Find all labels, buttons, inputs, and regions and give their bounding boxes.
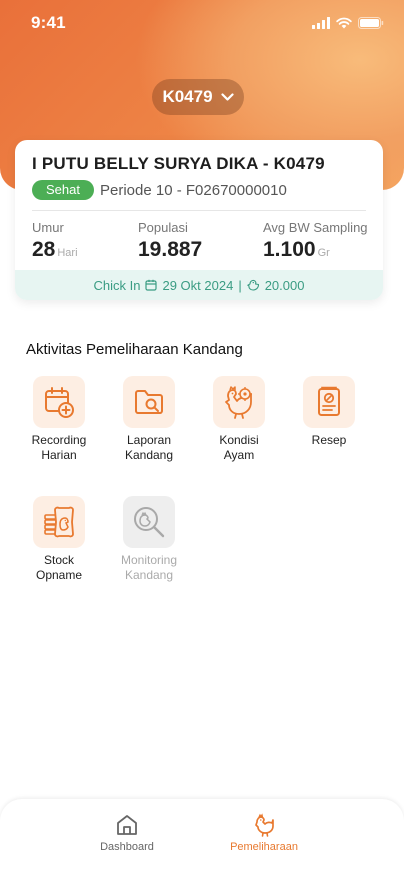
menu-kondisi-ayam[interactable]: Kondisi Ayam xyxy=(197,376,281,463)
chicken-icon xyxy=(255,813,274,837)
chick-in-row: Chick In 29 Okt 2024 | 20.000 xyxy=(15,270,383,300)
stat-unit: Hari xyxy=(57,247,78,259)
farm-selector-dropdown[interactable]: K0479 xyxy=(152,79,244,115)
prescription-icon xyxy=(318,386,340,416)
chevron-down-icon xyxy=(220,92,234,101)
wifi-icon xyxy=(336,17,352,29)
chick-in-count: 20.000 xyxy=(264,277,305,293)
stat-populasi: Populasi 19.887 xyxy=(138,220,202,262)
menu-label: Stock Opname xyxy=(35,553,83,582)
chick-in-date: 29 Okt 2024 xyxy=(162,277,234,293)
activities-title: Aktivitas Pemeliharaan Kandang xyxy=(26,341,243,358)
stat-value: 1.100 Gr xyxy=(263,238,330,261)
farm-code: K0479 xyxy=(162,87,213,106)
periode-text: Periode 10 - F02670000010 xyxy=(100,182,287,199)
menu-laporan-kandang[interactable]: Laporan Kandang xyxy=(107,376,191,463)
menu-recording-harian[interactable]: Recording Harian xyxy=(17,376,101,463)
menu-resep[interactable]: Resep xyxy=(287,376,371,448)
calendar-icon xyxy=(145,279,158,291)
chick-in-label: Chick In xyxy=(93,277,141,293)
farm-title: I PUTU BELLY SURYA DIKA - K0479 xyxy=(32,154,325,173)
stat-value: 28 Hari xyxy=(32,238,78,261)
stat-value: 19.887 xyxy=(138,238,203,261)
chick-in-separator: | xyxy=(238,277,242,293)
nav-label: Pemeliharaan xyxy=(230,841,298,853)
status-icons xyxy=(312,17,384,29)
stat-umur: Umur 28 Hari xyxy=(32,220,78,262)
battery-icon xyxy=(358,17,384,29)
calendar-add-icon xyxy=(45,387,74,418)
stat-label: Populasi xyxy=(138,220,188,235)
menu-label: Resep xyxy=(311,433,347,447)
feed-stock-icon xyxy=(44,506,74,538)
menu-monitoring-kandang: Monitoring Kandang xyxy=(107,496,191,583)
home-icon xyxy=(117,815,137,835)
chicken-virus-icon xyxy=(225,386,252,419)
stat-label: Avg BW Sampling xyxy=(263,220,368,235)
menu-stock-opname[interactable]: Stock Opname xyxy=(17,496,101,583)
signal-icon xyxy=(312,17,330,29)
status-time: 9:41 xyxy=(31,13,66,32)
stat-unit: Gr xyxy=(317,247,330,259)
card-divider xyxy=(32,210,366,211)
nav-pemeliharaan[interactable]: Pemeliharaan xyxy=(222,813,306,853)
chick-icon xyxy=(246,279,259,291)
status-bar: 9:41 xyxy=(0,0,404,44)
status-badge: Sehat xyxy=(32,180,94,200)
stat-label: Umur xyxy=(32,220,64,235)
bottom-navigation: Dashboard Pemeliharaan xyxy=(0,799,404,876)
farm-info-card: I PUTU BELLY SURYA DIKA - K0479 Sehat Pe… xyxy=(15,140,383,300)
folder-search-icon xyxy=(135,390,163,414)
nav-label: Dashboard xyxy=(100,841,154,853)
menu-label: Kondisi Ayam xyxy=(219,433,259,462)
menu-label: Laporan Kandang xyxy=(124,433,174,462)
monitoring-search-icon xyxy=(134,507,165,538)
menu-label: Monitoring Kandang xyxy=(120,553,178,582)
stat-avg-bw: Avg BW Sampling 1.100 Gr xyxy=(263,220,368,262)
menu-label: Recording Harian xyxy=(31,433,87,462)
nav-dashboard[interactable]: Dashboard xyxy=(92,813,162,853)
